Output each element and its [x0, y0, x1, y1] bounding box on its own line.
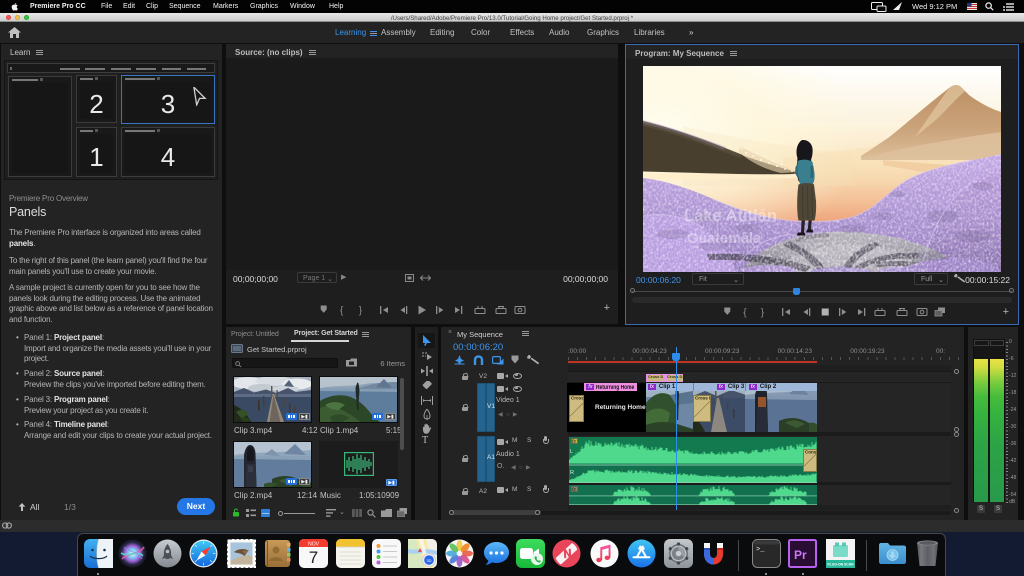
svg-text:>_: >_ — [756, 546, 765, 554]
svg-text:PLUG-ON SCAN: PLUG-ON SCAN — [827, 563, 854, 567]
svg-text:{: { — [743, 308, 747, 319]
svg-text:Lake Atitlán: Lake Atitlán — [684, 207, 777, 225]
svg-text:}: } — [359, 306, 363, 317]
svg-text:NOV: NOV — [308, 541, 320, 547]
svg-text:7: 7 — [309, 548, 318, 567]
svg-text:Pr: Pr — [794, 548, 807, 562]
svg-text:Guatemala: Guatemala — [687, 231, 762, 247]
svg-text:3D: 3D — [426, 558, 431, 563]
svg-text:{: { — [340, 306, 344, 317]
svg-text:}: } — [761, 308, 765, 319]
